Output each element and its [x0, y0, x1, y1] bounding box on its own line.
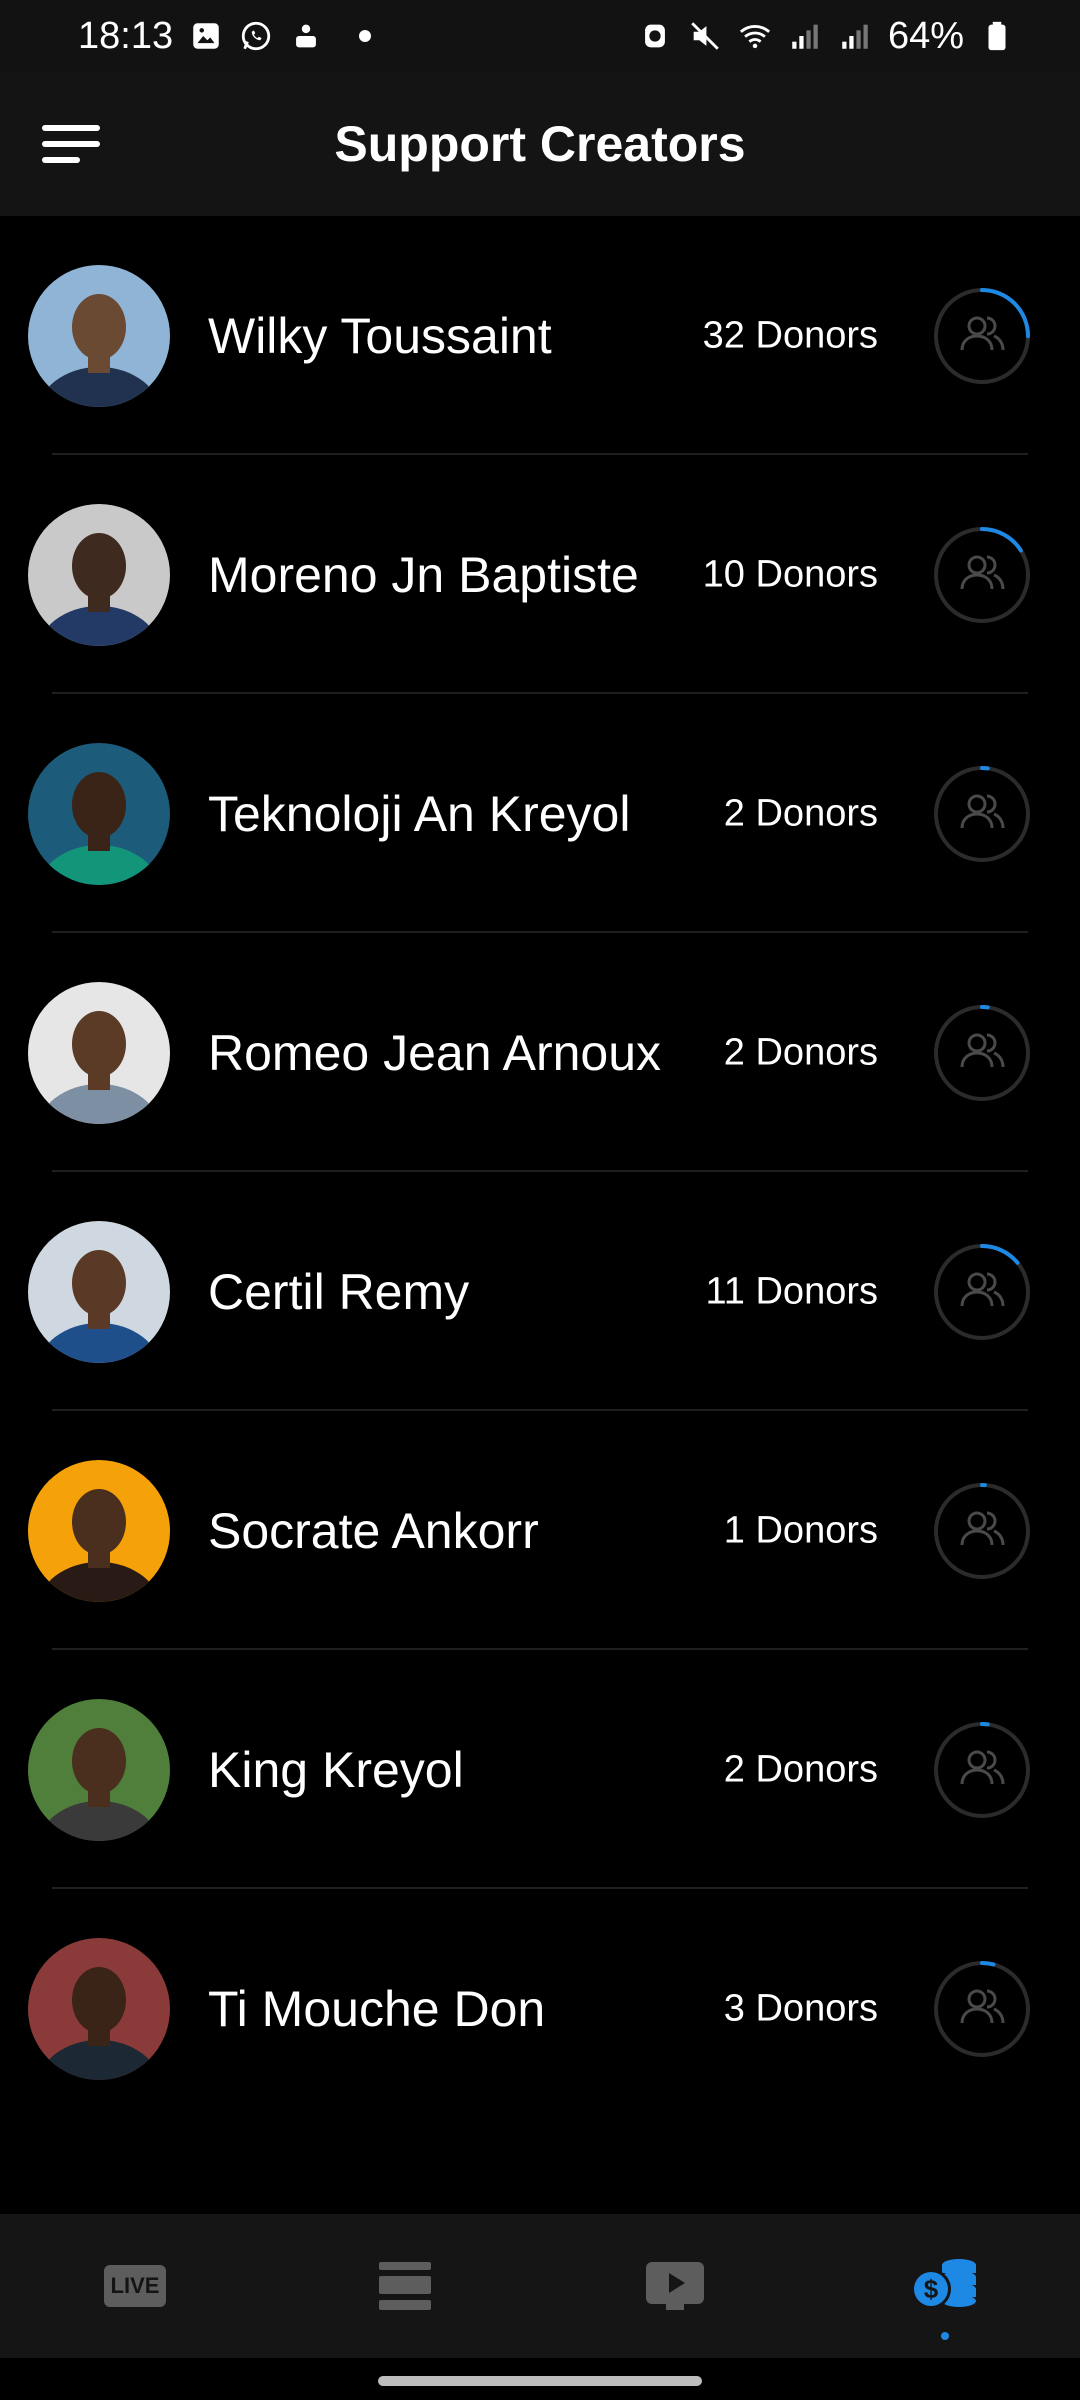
donor-progress-ring[interactable]	[930, 1718, 1034, 1822]
bottom-nav: LIVE $	[0, 2214, 1080, 2358]
creator-row[interactable]: Ti Mouche Don 3 Donors	[0, 1889, 1080, 2128]
donor-count: 10 Donors	[702, 553, 878, 595]
creator-row[interactable]: Socrate Ankorr 1 Donors	[0, 1411, 1080, 1650]
list-icon	[379, 2262, 431, 2310]
people-icon	[960, 555, 1005, 589]
people-icon	[960, 1750, 1005, 1784]
nav-item-feed[interactable]	[345, 2226, 465, 2346]
video-icon	[646, 2262, 704, 2310]
avatar[interactable]	[28, 1937, 170, 2080]
creator-name: Romeo Jean Arnoux	[208, 1024, 662, 1081]
page-title: Support Creators	[334, 116, 746, 172]
status-left: 18:13	[78, 14, 372, 58]
people-icon	[960, 1989, 1005, 2023]
news-app-icon	[296, 24, 317, 48]
people-icon	[960, 1511, 1005, 1545]
donor-progress-ring[interactable]	[930, 1240, 1034, 1344]
avatar[interactable]	[28, 742, 170, 885]
battery-percent: 64%	[887, 14, 964, 57]
donate-coins-icon: $	[911, 2259, 976, 2309]
creator-row[interactable]: Teknoloji An Kreyol 2 Donors	[0, 694, 1080, 933]
creator-name: Socrate Ankorr	[208, 1502, 539, 1559]
nav-item-donate[interactable]: $	[885, 2226, 1005, 2346]
gallery-icon	[193, 23, 219, 49]
battery-icon	[988, 21, 1006, 51]
avatar[interactable]	[28, 503, 170, 646]
avatar[interactable]	[28, 1220, 170, 1363]
donor-count: 2 Donors	[723, 1031, 878, 1073]
creator-name: Ti Mouche Don	[208, 1980, 546, 2037]
creator-list: Wilky Toussaint 32 Donors Moreno Jn Bapt…	[0, 216, 1080, 2128]
donor-count: 32 Donors	[702, 314, 878, 356]
donor-count: 2 Donors	[723, 792, 878, 834]
avatar[interactable]	[28, 1698, 170, 1841]
creator-row[interactable]: Moreno Jn Baptiste 10 Donors	[0, 455, 1080, 694]
signal-icon	[842, 24, 868, 49]
hamburger-menu-icon[interactable]	[40, 119, 104, 169]
signal-icon	[792, 24, 818, 49]
donor-progress-ring[interactable]	[930, 762, 1034, 866]
creator-name: Certil Remy	[208, 1263, 470, 1320]
creator-name: Wilky Toussaint	[208, 307, 552, 364]
creator-row[interactable]: Wilky Toussaint 32 Donors	[0, 216, 1080, 455]
donor-progress-ring[interactable]	[930, 1957, 1034, 2061]
creator-name: Teknoloji An Kreyol	[208, 785, 631, 842]
people-icon	[960, 1272, 1005, 1306]
creator-row[interactable]: King Kreyol 2 Donors	[0, 1650, 1080, 1889]
gesture-bar	[0, 2358, 1080, 2400]
donor-count: 1 Donors	[723, 1509, 878, 1551]
creator-name: King Kreyol	[208, 1741, 464, 1798]
creator-row[interactable]: Romeo Jean Arnoux 2 Donors	[0, 933, 1080, 1172]
donor-progress-ring[interactable]	[930, 523, 1034, 627]
donor-progress-ring[interactable]	[930, 1479, 1034, 1583]
people-icon	[960, 794, 1005, 828]
avatar[interactable]	[28, 264, 170, 407]
people-icon	[960, 316, 1005, 350]
status-time: 18:13	[78, 14, 174, 57]
donor-progress-ring[interactable]	[930, 1001, 1034, 1105]
people-icon	[960, 1033, 1005, 1067]
app-bar: Support Creators	[0, 72, 1080, 216]
donor-progress-ring[interactable]	[930, 284, 1034, 388]
whatsapp-icon	[241, 21, 271, 51]
nav-item-videos[interactable]	[615, 2226, 735, 2346]
donor-count: 11 Donors	[705, 1270, 878, 1312]
active-indicator	[941, 2332, 949, 2340]
home-gesture-pill[interactable]	[378, 2376, 702, 2386]
avatar[interactable]	[28, 981, 170, 1124]
donor-count: 2 Donors	[723, 1748, 878, 1790]
wifi-icon	[739, 25, 771, 49]
live-icon: LIVE	[104, 2265, 166, 2307]
svg-text:$: $	[924, 2274, 939, 2304]
avatar[interactable]	[28, 1459, 170, 1602]
donor-count: 3 Donors	[723, 1987, 878, 2029]
status-bar: 18:13 64%	[0, 0, 1080, 72]
alarm-icon	[645, 24, 665, 48]
nav-item-live[interactable]: LIVE	[75, 2226, 195, 2346]
status-right: 64%	[638, 15, 1014, 58]
notification-dot	[359, 30, 372, 42]
creator-row[interactable]: Certil Remy 11 Donors	[0, 1172, 1080, 1411]
creator-name: Moreno Jn Baptiste	[208, 546, 639, 603]
mute-icon	[691, 22, 719, 50]
